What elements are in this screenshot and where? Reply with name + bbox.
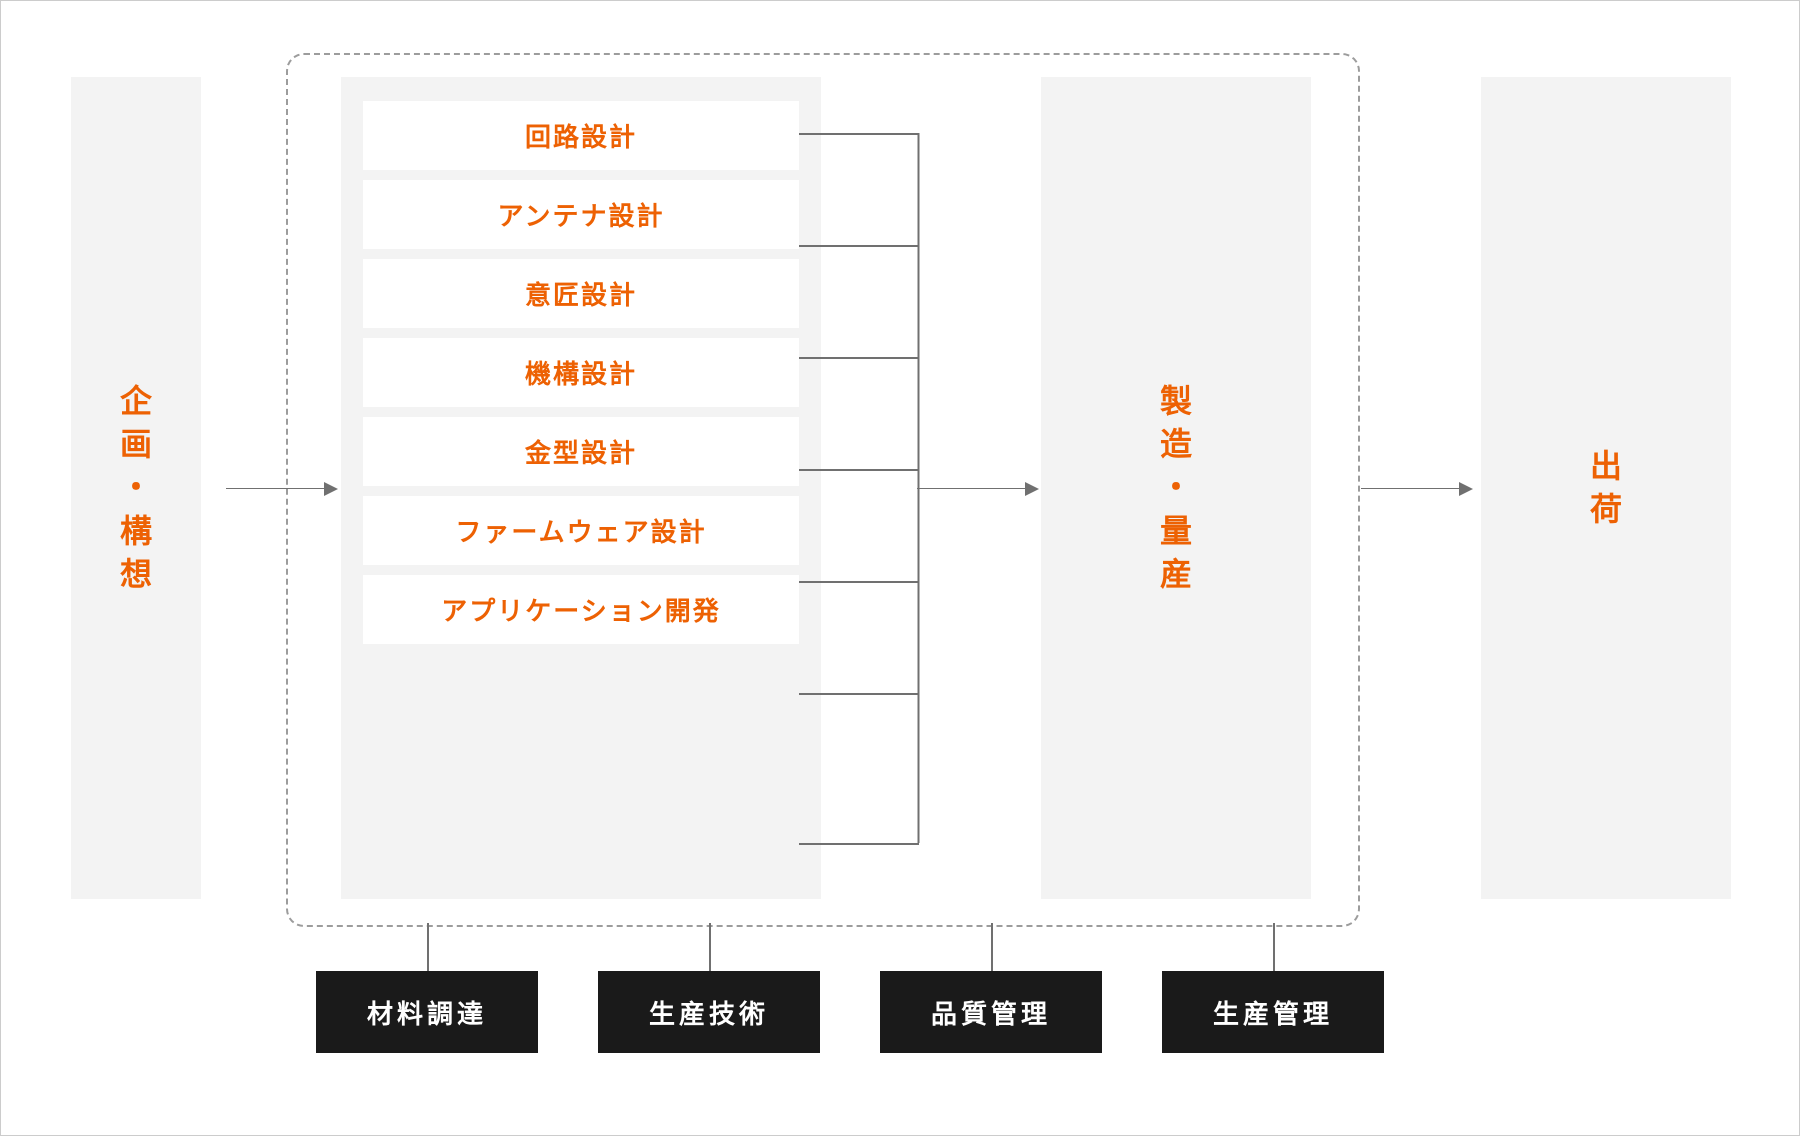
stage-design: 回路設計 アンテナ設計 意匠設計 機構設計 金型設計 ファームウェア設計 アプリ…	[341, 77, 821, 899]
stage-ship: 出 荷	[1481, 77, 1731, 899]
support-connector	[991, 923, 993, 971]
support-box: 品質管理	[880, 971, 1102, 1053]
support-box: 生産技術	[598, 971, 820, 1053]
design-item: アプリケーション開発	[363, 575, 799, 644]
diagram-stage: 企 画 ・ 構 想 回路設計 アンテナ設計 意匠設計 機構設計 金型設計 ファー…	[21, 21, 1779, 1115]
design-item: 回路設計	[363, 101, 799, 170]
support-box: 材料調達	[316, 971, 538, 1053]
support-connector	[427, 923, 429, 971]
support-connector	[709, 923, 711, 971]
stage-plan-label: 企 画 ・ 構 想	[71, 77, 201, 899]
stage-ship-label: 出 荷	[1481, 77, 1731, 899]
support-connector	[1273, 923, 1275, 971]
arrow-plan-to-design	[226, 488, 336, 489]
stage-plan: 企 画 ・ 構 想	[71, 77, 201, 899]
stage-manufacture-label: 製 造 ・ 量 産	[1041, 77, 1311, 899]
diagram-canvas: 企 画 ・ 構 想 回路設計 アンテナ設計 意匠設計 機構設計 金型設計 ファー…	[0, 0, 1800, 1136]
support-box: 生産管理	[1162, 971, 1384, 1053]
design-item: 機構設計	[363, 338, 799, 407]
stage-manufacture: 製 造 ・ 量 産	[1041, 77, 1311, 899]
arrow-manufacture-to-ship	[1361, 488, 1471, 489]
arrow-design-to-manufacture	[917, 488, 1037, 489]
design-item: ファームウェア設計	[363, 496, 799, 565]
design-item: 金型設計	[363, 417, 799, 486]
design-item: 意匠設計	[363, 259, 799, 328]
design-item: アンテナ設計	[363, 180, 799, 249]
